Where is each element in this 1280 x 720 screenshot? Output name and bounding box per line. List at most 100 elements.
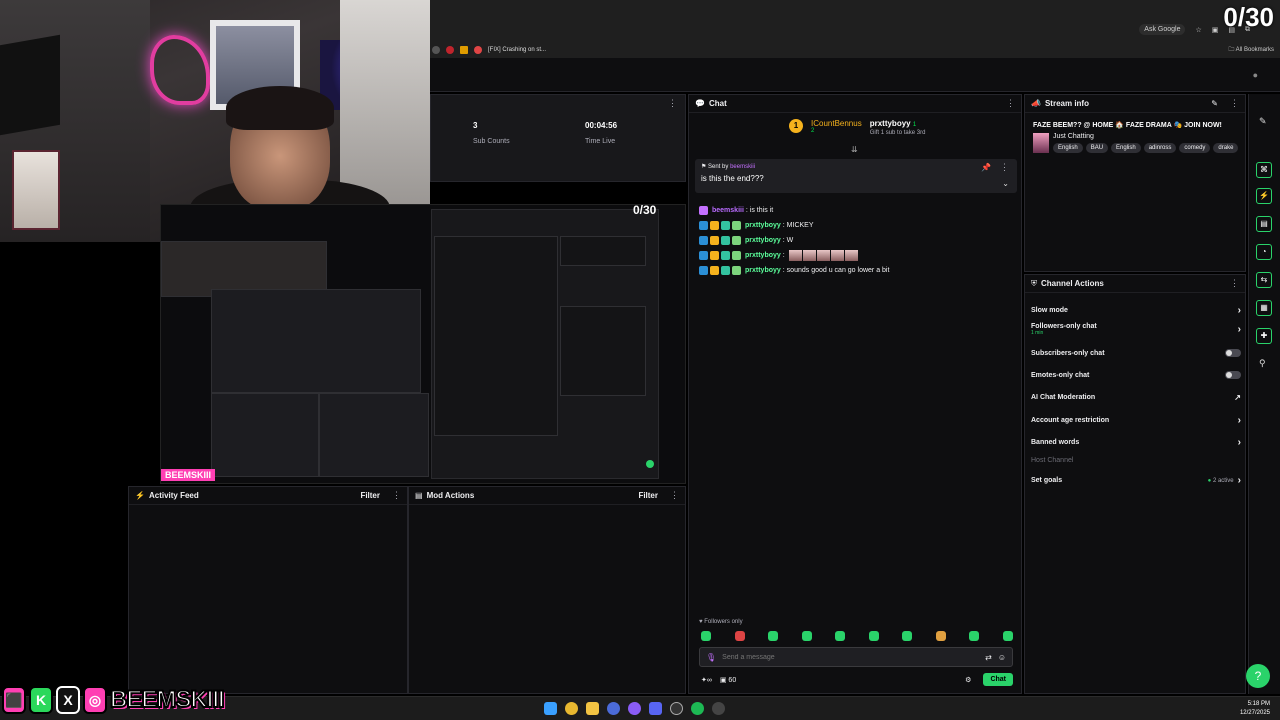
- channel-action-ai-chat-moderation[interactable]: AI Chat Moderation ↗: [1031, 393, 1241, 402]
- stream-tag[interactable]: comedy: [1179, 143, 1211, 153]
- channel-action-emotes-only-chat[interactable]: Emotes-only chat: [1031, 371, 1241, 379]
- emoji-icon[interactable]: ☺: [998, 653, 1006, 662]
- chat-more-icon[interactable]: ⋮: [1006, 99, 1015, 108]
- tab-favicon-red[interactable]: [446, 46, 454, 54]
- mic-icon[interactable]: 🎙: [706, 653, 716, 662]
- pinned-message[interactable]: ⚑ Sent by beemskiii is this the end??? 📌…: [695, 159, 1017, 193]
- chevron-down-icon[interactable]: ⌄: [1002, 179, 1009, 188]
- recorder-icon[interactable]: [670, 702, 683, 715]
- chat-settings-icon[interactable]: ⚙: [965, 676, 971, 684]
- pinned-sender[interactable]: beemskiii: [730, 164, 755, 170]
- chat-message[interactable]: beemskiii: is this it: [699, 203, 1019, 218]
- chevron-right-icon[interactable]: ›: [1238, 475, 1241, 486]
- emote-icon[interactable]: [969, 631, 980, 641]
- file-explorer-icon[interactable]: [586, 702, 599, 715]
- ask-google-button[interactable]: Ask Google: [1139, 24, 1186, 35]
- chat-message[interactable]: prxttyboyy: MICKEY: [699, 218, 1019, 233]
- edit-icon[interactable]: ✎: [1211, 99, 1218, 108]
- mod-more-icon[interactable]: ⋮: [670, 491, 679, 500]
- collapse-icon[interactable]: ⇊: [851, 145, 858, 154]
- chevron-right-icon[interactable]: ›: [1238, 324, 1241, 335]
- channel-action-banned-words[interactable]: Banned words ›: [1031, 437, 1241, 448]
- tab-title[interactable]: [FIX] Crashing on st...: [488, 47, 546, 53]
- chevron-right-icon[interactable]: ›: [1238, 305, 1241, 316]
- app-icon[interactable]: [607, 702, 620, 715]
- emote-icon[interactable]: [768, 631, 779, 641]
- obs-icon[interactable]: [628, 702, 641, 715]
- hype-icon[interactable]: ✦∞: [701, 676, 712, 684]
- chat-username[interactable]: beemskiii: [712, 207, 744, 214]
- tab-favicon-n[interactable]: [460, 46, 468, 54]
- chat-input[interactable]: [722, 653, 980, 661]
- rail-lightning-icon[interactable]: ⚡: [1256, 188, 1272, 204]
- mod-filter-button[interactable]: Filter: [638, 491, 658, 500]
- emote-icon[interactable]: [734, 631, 745, 641]
- chat-username[interactable]: prxttyboyy: [745, 222, 781, 229]
- channel-action-slow-mode[interactable]: Slow mode ›: [1031, 305, 1241, 316]
- all-bookmarks-link[interactable]: 🗀 All Bookmarks: [1228, 45, 1274, 55]
- emote-icon[interactable]: [935, 631, 946, 641]
- rail-note-icon[interactable]: ▤: [1256, 216, 1272, 232]
- pin-icon[interactable]: 📌: [981, 163, 991, 172]
- emote-icon[interactable]: [1002, 631, 1013, 641]
- chat-badge-icon: [710, 251, 719, 260]
- stream-tag[interactable]: English: [1053, 143, 1083, 153]
- channel-action-subscribers-only-chat[interactable]: Subscribers-only chat: [1031, 349, 1241, 357]
- chat-send-button[interactable]: Chat: [983, 673, 1013, 686]
- tab-favicon[interactable]: [474, 46, 482, 54]
- discord-icon[interactable]: [649, 702, 662, 715]
- chevron-right-icon[interactable]: ›: [1238, 415, 1241, 426]
- rail-store-icon[interactable]: ▦: [1256, 300, 1272, 316]
- star-icon[interactable]: ☆: [1195, 26, 1201, 34]
- toggle-switch[interactable]: [1225, 349, 1241, 357]
- stats-more-icon[interactable]: ⋮: [668, 99, 677, 108]
- chevron-right-icon[interactable]: ›: [1238, 437, 1241, 448]
- settings-icon[interactable]: ●: [1253, 70, 1258, 80]
- chat-username[interactable]: prxttyboyy: [745, 267, 781, 274]
- rail-extension-icon[interactable]: ⚲: [1259, 358, 1266, 369]
- channel-action-set-goals[interactable]: Set goals 2 active ›: [1031, 475, 1241, 486]
- stream-tag[interactable]: BAU: [1085, 143, 1109, 153]
- channel-action-followers-only-chat[interactable]: Followers-only chat 1 min ›: [1031, 323, 1241, 336]
- channel-actions-more-icon[interactable]: ⋮: [1230, 279, 1239, 288]
- chat-message[interactable]: prxttyboyy:: [699, 248, 1019, 263]
- external-link-icon[interactable]: ↗: [1234, 393, 1241, 402]
- rail-chat-icon[interactable]: ◔: [1256, 244, 1272, 260]
- emote-icon[interactable]: [835, 631, 846, 641]
- activity-more-icon[interactable]: ⋮: [392, 491, 401, 500]
- stream-preview[interactable]: 0/30 BEEMSKIII: [160, 203, 686, 484]
- emote-icon[interactable]: [902, 631, 913, 641]
- rail-robot-icon[interactable]: ⌘: [1256, 162, 1272, 178]
- emote-icon[interactable]: [868, 631, 879, 641]
- emote-icon[interactable]: [701, 631, 711, 641]
- windows-start-icon[interactable]: [544, 702, 557, 715]
- stream-tag[interactable]: adinross: [1143, 143, 1177, 153]
- tab-close-icon[interactable]: [432, 46, 440, 54]
- chrome-icon[interactable]: [565, 702, 578, 715]
- app-icon[interactable]: [712, 702, 725, 715]
- taskbar-clock[interactable]: 5:18 PM 12/27/2025: [1240, 700, 1270, 718]
- chat-input-box[interactable]: 🎙 ⇄ ☺: [699, 647, 1013, 667]
- stream-tag[interactable]: drake: [1213, 143, 1239, 153]
- channel-points[interactable]: ▣ 60: [720, 676, 736, 684]
- gift-leaderboard[interactable]: 1 ICountBennus 2 prxttyboyy 1 Gift 1 sub…: [789, 119, 925, 136]
- emote-icon[interactable]: [801, 631, 812, 641]
- activity-filter-button[interactable]: Filter: [360, 491, 380, 500]
- extensions-icon[interactable]: ▣: [1212, 26, 1219, 34]
- pencil-icon[interactable]: ✎: [1259, 116, 1267, 127]
- help-icon[interactable]: ?: [1246, 664, 1270, 688]
- stream-tag[interactable]: English: [1111, 143, 1141, 153]
- pinned-more-icon[interactable]: ⋮: [1000, 163, 1009, 172]
- chat-message[interactable]: prxttyboyy: sounds good u can go lower a…: [699, 263, 1019, 278]
- spotify-icon[interactable]: [691, 702, 704, 715]
- rail-wrench-icon[interactable]: ✚: [1256, 328, 1272, 344]
- rail-raid-icon[interactable]: ⇆: [1256, 272, 1272, 288]
- activity-feed-title: Activity Feed: [148, 491, 199, 500]
- channel-action-account-age-restriction[interactable]: Account age restriction ›: [1031, 415, 1241, 426]
- toggle-switch[interactable]: [1225, 371, 1241, 379]
- chat-username[interactable]: prxttyboyy: [745, 237, 781, 244]
- stream-info-more-icon[interactable]: ⋮: [1230, 99, 1239, 108]
- chat-message[interactable]: prxttyboyy: W: [699, 233, 1019, 248]
- translate-icon[interactable]: ⇄: [985, 653, 992, 662]
- chat-username[interactable]: prxttyboyy: [745, 252, 781, 259]
